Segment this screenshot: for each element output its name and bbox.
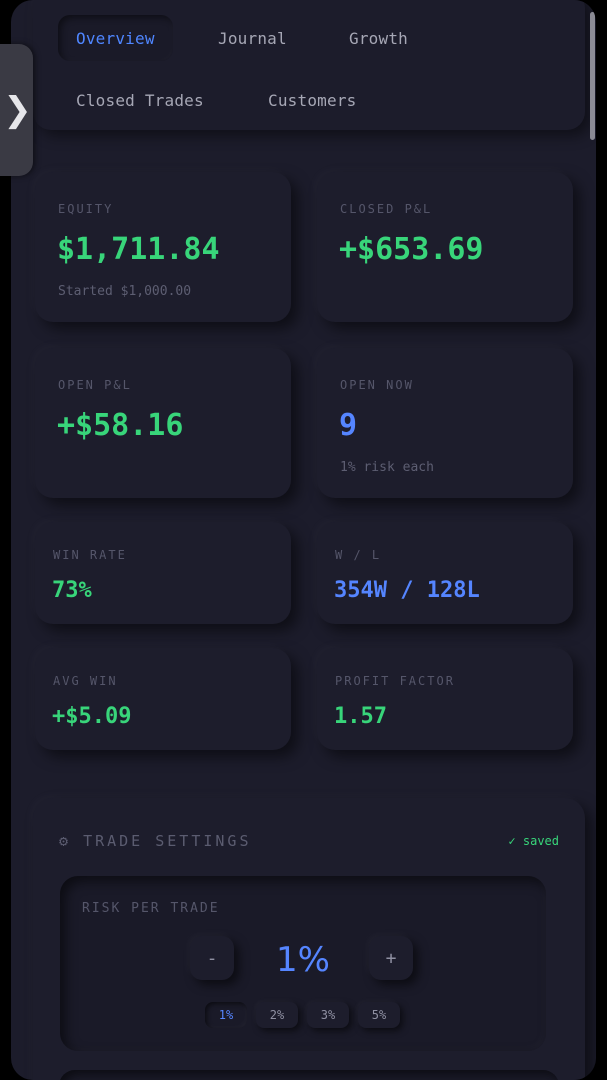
- profit-factor-card: PROFIT FACTOR 1.57: [317, 648, 573, 750]
- open-pnl-label: OPEN P&L: [58, 378, 132, 392]
- win-rate-label: WIN RATE: [53, 548, 127, 562]
- win-loss-label: W / L: [335, 548, 382, 562]
- win-loss-card: W / L 354W / 128L: [317, 522, 573, 624]
- scrollbar[interactable]: [590, 12, 595, 140]
- risk-option-1[interactable]: 1%: [205, 1002, 247, 1028]
- trade-settings-title: TRADE SETTINGS: [83, 832, 252, 850]
- risk-per-trade-label: RISK PER TRADE: [82, 901, 220, 916]
- risk-per-trade-box: RISK PER TRADE - 1% + 1% 2% 3% 5%: [60, 876, 546, 1051]
- win-rate-value: 73%: [52, 578, 92, 603]
- equity-card: EQUITY $1,711.84 Started $1,000.00: [35, 172, 291, 322]
- risk-increase-button[interactable]: +: [369, 936, 413, 980]
- closed-pnl-card: CLOSED P&L +$653.69: [317, 172, 573, 322]
- tab-bar: Overview Journal Growth Closed Trades Cu…: [33, 0, 585, 130]
- open-pnl-card: OPEN P&L +$58.16: [35, 348, 291, 498]
- closed-pnl-value: +$653.69: [339, 232, 484, 267]
- risk-option-5[interactable]: 5%: [358, 1002, 400, 1028]
- saved-status: ✓ saved: [508, 834, 559, 848]
- open-now-risk: 1% risk each: [340, 460, 434, 475]
- gear-icon: ⚙: [59, 832, 72, 850]
- chevron-right-icon: ❯: [3, 90, 32, 130]
- trade-settings-panel: ⚙ TRADE SETTINGS ✓ saved RISK PER TRADE …: [33, 798, 585, 1080]
- trade-settings-header: ⚙ TRADE SETTINGS: [59, 832, 252, 850]
- profit-factor-value: 1.57: [334, 704, 387, 729]
- risk-option-2[interactable]: 2%: [256, 1002, 298, 1028]
- risk-value: 1%: [276, 940, 330, 980]
- equity-start: Started $1,000.00: [58, 284, 192, 299]
- closed-pnl-label: CLOSED P&L: [340, 202, 433, 216]
- tab-customers[interactable]: Customers: [250, 77, 375, 123]
- next-section-card: [59, 1070, 559, 1080]
- open-now-value: 9: [339, 408, 358, 443]
- equity-label: EQUITY: [58, 202, 114, 216]
- tab-growth[interactable]: Growth: [331, 15, 426, 61]
- win-rate-card: WIN RATE 73%: [35, 522, 291, 624]
- open-pnl-value: +$58.16: [57, 408, 184, 443]
- avg-win-card: AVG WIN +$5.09: [35, 648, 291, 750]
- avg-win-value: +$5.09: [52, 704, 132, 729]
- win-loss-value: 354W / 128L: [334, 578, 480, 603]
- open-now-label: OPEN NOW: [340, 378, 414, 392]
- open-now-card: OPEN NOW 9 1% risk each: [317, 348, 573, 498]
- tab-closed-trades[interactable]: Closed Trades: [58, 77, 222, 123]
- avg-win-label: AVG WIN: [53, 674, 118, 688]
- drawer-toggle-button[interactable]: ❯: [0, 44, 33, 176]
- risk-option-3[interactable]: 3%: [307, 1002, 349, 1028]
- tab-overview[interactable]: Overview: [58, 15, 173, 61]
- equity-value: $1,711.84: [57, 232, 220, 267]
- tab-journal[interactable]: Journal: [200, 15, 305, 61]
- profit-factor-label: PROFIT FACTOR: [335, 674, 455, 688]
- app-screen: Overview Journal Growth Closed Trades Cu…: [11, 0, 596, 1080]
